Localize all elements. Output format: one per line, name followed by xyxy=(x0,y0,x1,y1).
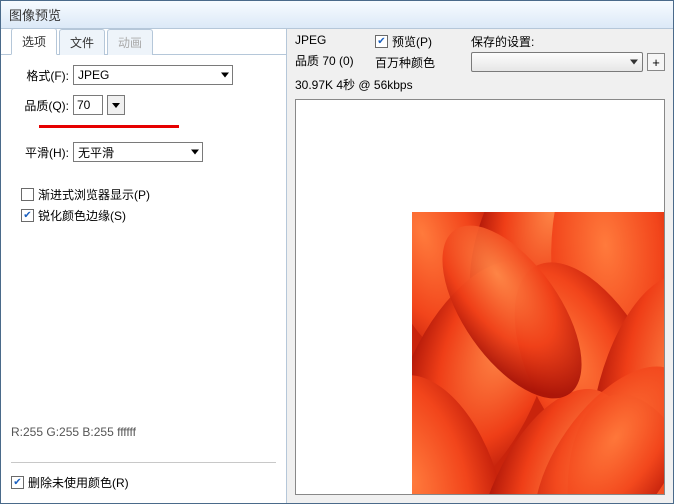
window-title: 图像预览 xyxy=(9,5,61,24)
chevron-down-icon xyxy=(112,103,120,108)
preview-image xyxy=(412,212,664,495)
progressive-label: 渐进式浏览器显示(P) xyxy=(38,186,150,203)
progressive-checkbox-row[interactable]: 渐进式浏览器显示(P) xyxy=(15,186,272,203)
smooth-select[interactable]: 无平滑 xyxy=(73,142,203,162)
quality-value: 70 xyxy=(77,98,90,112)
add-saved-setting-button[interactable]: + xyxy=(647,53,665,71)
preview-canvas[interactable] xyxy=(295,99,665,495)
right-header-row1: JPEG ✔ 预览(P) 保存的设置: xyxy=(287,29,673,50)
format-value: JPEG xyxy=(78,68,109,82)
preview-checkbox[interactable]: ✔ xyxy=(375,35,388,48)
tabs-bar: 选项 文件 动画 xyxy=(1,29,286,55)
preview-checkbox-label: 预览(P) xyxy=(392,33,432,50)
separator xyxy=(11,462,276,463)
preview-quality-line: 品质 70 (0) xyxy=(295,52,375,72)
saved-settings-label: 保存的设置: xyxy=(471,33,534,50)
right-pane: JPEG ✔ 预览(P) 保存的设置: 品质 70 (0) 百万种颜色 xyxy=(287,29,673,503)
format-row: 格式(F): JPEG xyxy=(15,65,272,85)
format-select[interactable]: JPEG xyxy=(73,65,233,85)
smooth-row: 平滑(H): 无平滑 xyxy=(15,142,272,162)
tab-file[interactable]: 文件 xyxy=(59,29,105,55)
saved-settings-row: 保存的设置: xyxy=(471,33,665,50)
sharpen-checkbox[interactable]: ✔ xyxy=(21,209,34,222)
tab-animation: 动画 xyxy=(107,29,153,55)
remove-unused-row[interactable]: ✔ 删除未使用颜色(R) xyxy=(11,474,129,491)
right-header-row3: 30.97K 4秒 @ 56kbps xyxy=(287,76,673,97)
chevron-down-icon xyxy=(630,60,638,65)
image-preview-window: 图像预览 选项 文件 动画 格式(F): JPEG 品质(Q): xyxy=(0,0,674,504)
preview-colors-line: 百万种颜色 xyxy=(375,52,471,72)
quality-dropdown-button[interactable] xyxy=(107,95,125,115)
options-panel: 格式(F): JPEG 品质(Q): 70 xyxy=(1,55,286,238)
left-pane: 选项 文件 动画 格式(F): JPEG 品质(Q): 70 xyxy=(1,29,287,503)
chevron-down-icon xyxy=(221,73,229,78)
tab-options[interactable]: 选项 xyxy=(11,29,57,55)
preview-info-line: 30.97K 4秒 @ 56kbps xyxy=(295,76,413,93)
preview-format: JPEG xyxy=(295,33,375,50)
plus-icon: + xyxy=(652,56,660,69)
format-label: 格式(F): xyxy=(15,67,73,84)
rgb-readout: R:255 G:255 B:255 ffffff xyxy=(11,425,136,439)
quality-input[interactable]: 70 xyxy=(73,95,103,115)
saved-settings-select[interactable] xyxy=(471,52,643,72)
preview-checkbox-row[interactable]: ✔ 预览(P) xyxy=(375,33,471,50)
smooth-label: 平滑(H): xyxy=(15,144,73,161)
chevron-down-icon xyxy=(191,150,199,155)
sharpen-checkbox-row[interactable]: ✔ 锐化颜色边缘(S) xyxy=(15,207,272,224)
right-header-row2: 品质 70 (0) 百万种颜色 + xyxy=(287,50,673,76)
quality-slider-highlight[interactable] xyxy=(39,125,179,128)
remove-unused-checkbox[interactable]: ✔ xyxy=(11,476,24,489)
sharpen-label: 锐化颜色边缘(S) xyxy=(38,207,126,224)
remove-unused-label: 删除未使用颜色(R) xyxy=(28,474,129,491)
titlebar[interactable]: 图像预览 xyxy=(1,1,673,29)
saved-settings-controls: + xyxy=(471,52,665,72)
smooth-value: 无平滑 xyxy=(78,144,114,161)
quality-row: 品质(Q): 70 xyxy=(15,95,272,115)
progressive-checkbox[interactable] xyxy=(21,188,34,201)
quality-label: 品质(Q): xyxy=(15,97,73,114)
window-body: 选项 文件 动画 格式(F): JPEG 品质(Q): 70 xyxy=(1,29,673,503)
